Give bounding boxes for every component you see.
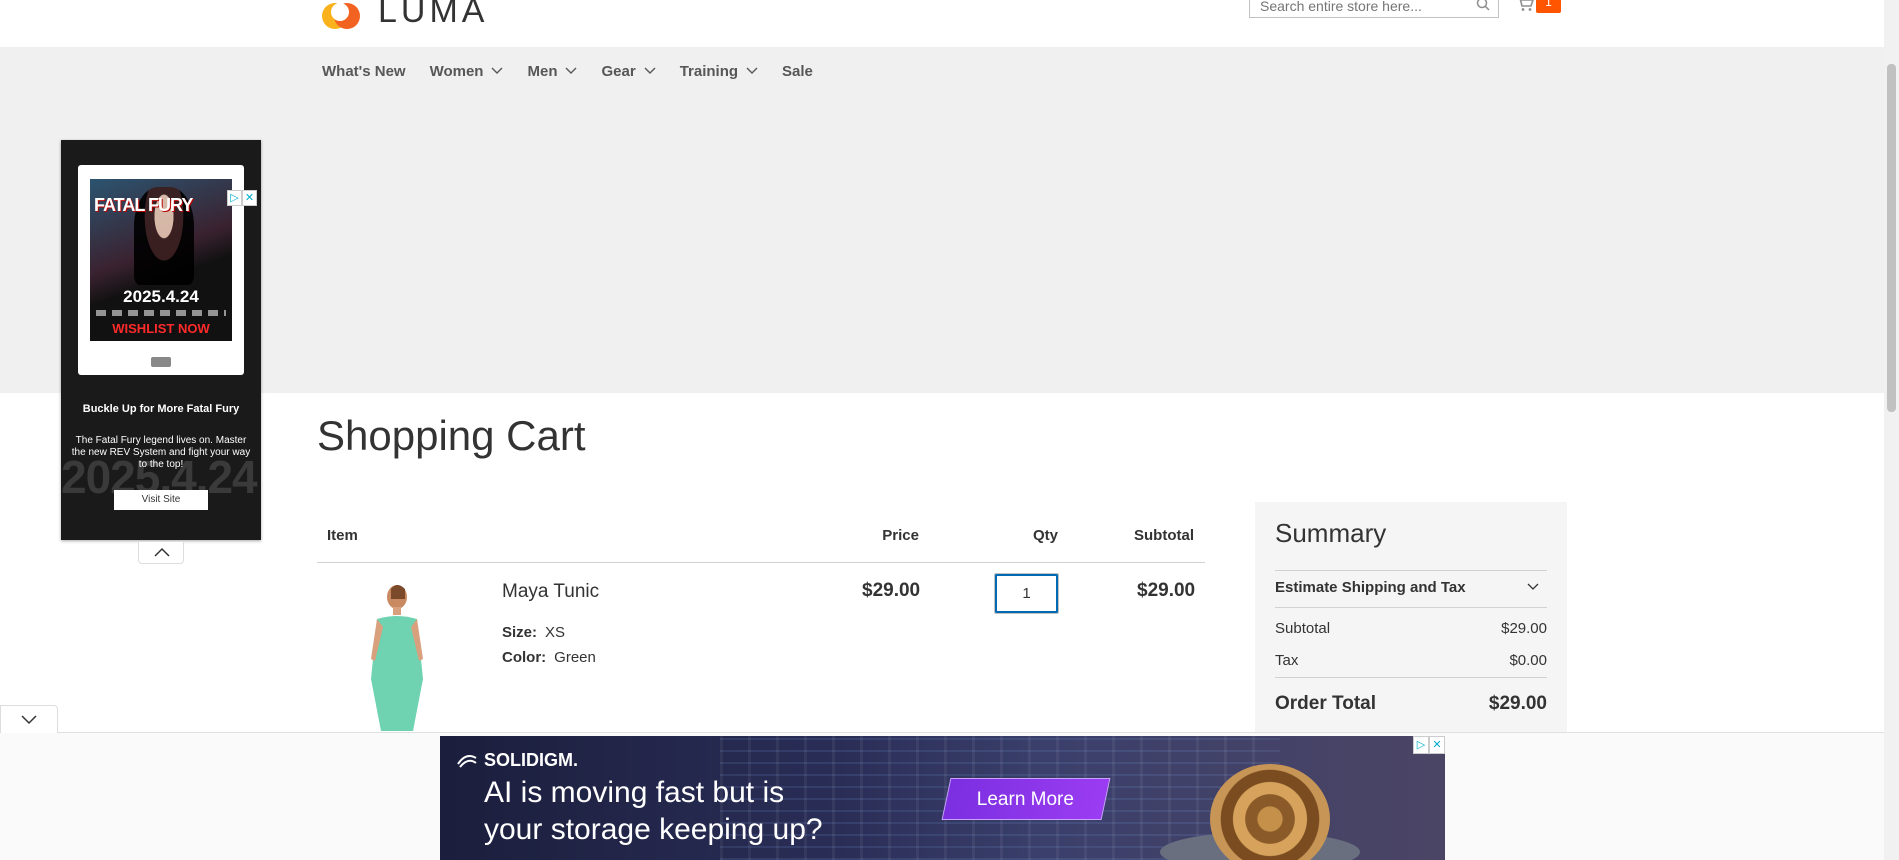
option-value: Green bbox=[554, 649, 596, 666]
bottom-ad-choices: ▷ ✕ bbox=[1413, 736, 1445, 754]
estimate-shipping-toggle[interactable]: Estimate Shipping and Tax bbox=[1275, 570, 1547, 608]
item-subtotal: $29.00 bbox=[1137, 580, 1196, 601]
ad-wishlist-text: WISHLIST NOW bbox=[112, 321, 210, 336]
ad-snail-image bbox=[1210, 764, 1330, 860]
page-scrollbar[interactable] bbox=[1884, 0, 1899, 860]
item-price: $29.00 bbox=[862, 580, 921, 601]
store-logo[interactable]: LUMA bbox=[322, 0, 488, 31]
ad-release-date: 2025.4.24 bbox=[123, 287, 199, 306]
summary-subtotal-label: Subtotal bbox=[1275, 620, 1331, 637]
ad-headline: AI is moving fast but is your storage ke… bbox=[484, 774, 823, 848]
adchoices-icon[interactable]: ▷ bbox=[1413, 736, 1429, 754]
chevron-down-icon bbox=[746, 67, 758, 74]
scrollbar-thumb[interactable] bbox=[1887, 64, 1896, 412]
main-navigation: What's New Women Men Gear Training Sale bbox=[322, 56, 837, 86]
ad-brand-name: SOLIDIGM. bbox=[484, 750, 578, 770]
ad-learn-more-button[interactable]: Learn More bbox=[941, 778, 1111, 820]
nav-band bbox=[0, 47, 1884, 393]
chevron-up-icon bbox=[154, 547, 170, 557]
ad-card[interactable]: FATAL FURY 2025.4.24 WISHLIST NOW bbox=[78, 165, 244, 375]
nav-item-label: Training bbox=[679, 62, 739, 80]
estimate-shipping-label: Estimate Shipping and Tax bbox=[1275, 579, 1466, 596]
ad-publisher-logo bbox=[151, 357, 171, 367]
search-icon[interactable] bbox=[1476, 0, 1490, 11]
bottom-ad-collapse-toggle[interactable] bbox=[0, 705, 58, 733]
bottom-banner-ad[interactable]: SOLIDIGM. AI is moving fast but is your … bbox=[440, 736, 1445, 860]
nav-item-sale[interactable]: Sale bbox=[782, 63, 813, 80]
summary-subtotal-row: Subtotal $29.00 bbox=[1275, 620, 1547, 637]
search-box bbox=[1249, 0, 1499, 18]
summary-tax-label: Tax bbox=[1275, 652, 1299, 669]
summary-tax-value: $0.00 bbox=[1509, 652, 1547, 669]
ad-headline-line: your storage keeping up? bbox=[484, 813, 823, 846]
brand-logo-icon bbox=[457, 754, 477, 768]
product-option-size: Size: XS bbox=[502, 624, 565, 641]
ad-collapse-toggle[interactable] bbox=[138, 542, 184, 564]
ad-body-text: The Fatal Fury legend lives on. Master t… bbox=[71, 435, 251, 470]
summary-tax-row: Tax $0.00 bbox=[1275, 652, 1547, 669]
search-input[interactable] bbox=[1250, 0, 1460, 17]
nav-item-gear[interactable]: Gear bbox=[601, 62, 656, 80]
nav-item-men[interactable]: Men bbox=[527, 63, 577, 80]
column-header-price: Price bbox=[882, 527, 919, 544]
nav-item-label: Gear bbox=[601, 62, 636, 80]
order-summary: Summary Estimate Shipping and Tax Subtot… bbox=[1255, 502, 1567, 732]
nav-item-training[interactable]: Training bbox=[680, 63, 758, 80]
logo-mark-icon bbox=[322, 0, 366, 31]
cart-count-badge[interactable]: 1 bbox=[1536, 0, 1561, 13]
option-label: Size: bbox=[502, 624, 538, 641]
quantity-input[interactable] bbox=[994, 573, 1059, 614]
ad-choices: ▷ ✕ bbox=[227, 190, 257, 206]
nav-item-women[interactable]: Women bbox=[430, 63, 504, 80]
ad-game-logo: FATAL FURY bbox=[94, 195, 193, 215]
chevron-down-icon bbox=[1527, 583, 1539, 590]
summary-total-row: Order Total $29.00 bbox=[1275, 693, 1547, 715]
summary-title: Summary bbox=[1275, 518, 1387, 548]
option-value: XS bbox=[545, 624, 566, 641]
nav-item-label: Women bbox=[429, 62, 484, 80]
ad-brand: SOLIDIGM. bbox=[456, 750, 578, 771]
close-ad-icon[interactable]: ✕ bbox=[1429, 736, 1445, 754]
logo-text: LUMA bbox=[378, 0, 489, 30]
nav-item-label: What's New bbox=[322, 62, 406, 80]
summary-subtotal-value: $29.00 bbox=[1501, 620, 1547, 637]
column-header-subtotal: Subtotal bbox=[1134, 527, 1194, 544]
summary-divider bbox=[1275, 677, 1547, 678]
close-ad-icon[interactable]: ✕ bbox=[242, 190, 257, 206]
product-option-color: Color: Green bbox=[502, 649, 596, 666]
ad-learn-more-label: Learn More bbox=[977, 789, 1075, 810]
chevron-down-icon bbox=[565, 67, 577, 74]
ad-visit-site-button[interactable]: Visit Site bbox=[114, 490, 208, 510]
summary-total-value: $29.00 bbox=[1488, 693, 1547, 714]
column-header-item: Item bbox=[327, 527, 358, 544]
option-label: Color: bbox=[502, 649, 547, 666]
product-image[interactable] bbox=[353, 583, 441, 731]
page-header: LUMA 1 bbox=[0, 0, 1884, 47]
ad-headline: Buckle Up for More Fatal Fury bbox=[82, 403, 240, 415]
sidebar-ad[interactable]: 2025.4.24 FATAL FURY 2025.4.24 WISHLIST … bbox=[61, 140, 261, 540]
nav-item-label: Men bbox=[527, 62, 558, 80]
chevron-down-icon bbox=[644, 67, 656, 74]
column-header-qty: Qty bbox=[1032, 527, 1058, 544]
cart-table-header: Item Price Qty Subtotal bbox=[317, 517, 1205, 563]
cart-icon[interactable] bbox=[1516, 0, 1534, 12]
chevron-down-icon bbox=[21, 715, 37, 725]
page-title: Shopping Cart bbox=[317, 412, 586, 459]
product-name-link[interactable]: Maya Tunic bbox=[502, 581, 599, 603]
chevron-down-icon bbox=[491, 67, 503, 74]
ad-headline-line: AI is moving fast but is bbox=[484, 776, 785, 809]
ad-artwork[interactable]: FATAL FURY 2025.4.24 WISHLIST NOW bbox=[90, 179, 232, 341]
adchoices-icon[interactable]: ▷ bbox=[227, 190, 242, 206]
ad-platform-logos bbox=[96, 310, 226, 316]
summary-total-label: Order Total bbox=[1275, 693, 1376, 714]
nav-item-label: Sale bbox=[782, 62, 813, 80]
nav-item-whats-new[interactable]: What's New bbox=[322, 63, 406, 80]
